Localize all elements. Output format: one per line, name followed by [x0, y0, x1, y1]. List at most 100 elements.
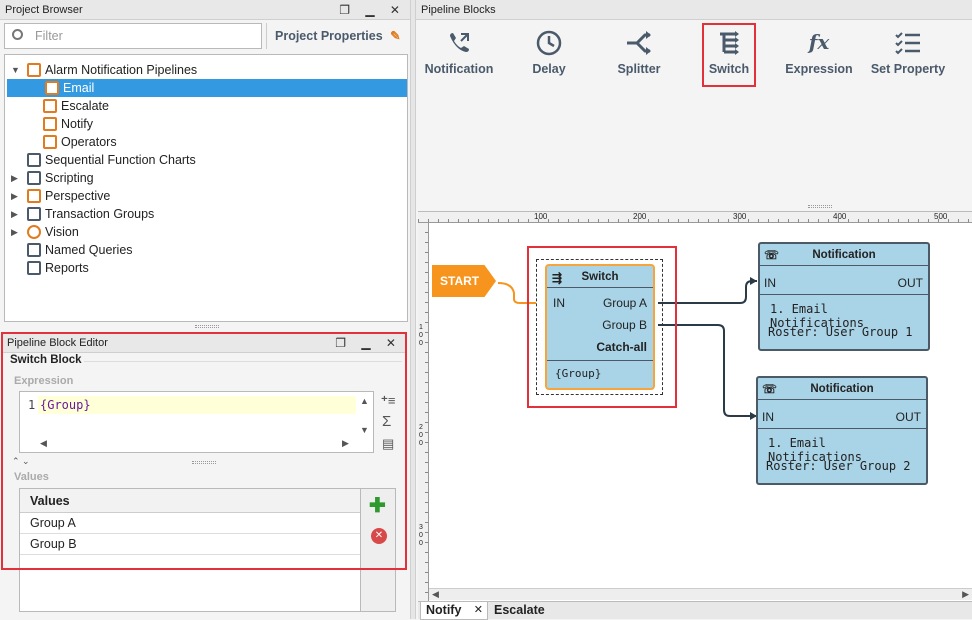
values-row[interactable]: Group B	[20, 534, 360, 555]
start-node[interactable]: START	[432, 265, 496, 297]
tree-item-reports[interactable]: Reports	[5, 259, 407, 277]
splitter-label: Splitter	[617, 62, 661, 76]
tree-item-notify[interactable]: Notify	[5, 115, 407, 133]
canvas-h-scrollbar[interactable]: ◀ ▶	[429, 588, 972, 600]
add-value-icon[interactable]: ✚	[369, 493, 386, 518]
expand-caret-icon[interactable]: ▼	[11, 61, 20, 79]
tree-item-alarm-notification-pipelines[interactable]: ▼ Alarm Notification Pipelines	[5, 61, 407, 79]
notification-node-1-divider	[760, 294, 928, 295]
scroll-left-icon[interactable]: ◀	[40, 438, 47, 449]
values-header[interactable]: Values	[20, 489, 360, 513]
tree-item-named-queries[interactable]: Named Queries	[5, 241, 407, 259]
notification-node-2-divider	[758, 428, 926, 429]
filter-field[interactable]: Filter	[4, 23, 262, 49]
pipeline-blocks-title-bar: Pipeline Blocks	[416, 0, 972, 20]
switch-node-divider	[547, 360, 653, 361]
perspective-icon	[27, 189, 41, 203]
splitter-block-button[interactable]: Splitter	[599, 22, 679, 86]
tree-item-label: Transaction Groups	[45, 207, 155, 221]
switch-output-catch-all[interactable]: Catch-all	[596, 340, 647, 354]
report-icon	[27, 261, 41, 275]
values-table: Values Group A Group B	[19, 488, 361, 612]
splitter-handle-h[interactable]	[195, 325, 219, 328]
fx-icon: fx	[808, 30, 830, 54]
scroll-right-icon[interactable]: ▶	[342, 438, 349, 449]
values-cell: Group B	[30, 537, 77, 551]
switch-node-expression: {Group}	[555, 367, 602, 380]
set-property-label: Set Property	[870, 62, 946, 76]
group-a-connector	[658, 280, 757, 304]
values-row[interactable]: Group A	[20, 513, 360, 534]
collapse-arrows-icon[interactable]: ⌃ ⌄	[12, 456, 30, 467]
window-controls[interactable]: ❐ ▁ ✕	[339, 0, 406, 20]
switch-output-group-a[interactable]: Group A	[603, 296, 647, 310]
tab-notify[interactable]: Notify ✕	[420, 602, 488, 620]
sfc-icon	[27, 153, 41, 167]
insert-property-icon[interactable]: ⁺≡	[381, 393, 395, 409]
project-properties-button[interactable]: Project Properties ✎	[266, 23, 406, 49]
notification-node-1-out[interactable]: OUT	[898, 276, 923, 290]
notification-node-2-out[interactable]: OUT	[896, 410, 921, 424]
phone-icon: ☏	[762, 382, 778, 396]
pipeline-icon	[43, 117, 57, 131]
delay-block-button[interactable]: Delay	[509, 22, 589, 86]
project-properties-label: Project Properties	[275, 29, 383, 43]
expand-caret-icon[interactable]: ▶	[11, 169, 18, 187]
pipeline-icon	[27, 63, 41, 77]
tree-item-label: Perspective	[45, 189, 111, 203]
switch-block-button[interactable]: Switch	[689, 22, 769, 86]
scroll-right-icon[interactable]: ▶	[962, 589, 969, 600]
pipeline-icon	[43, 99, 57, 113]
remove-value-icon[interactable]: ✕	[371, 528, 387, 544]
start-label: START	[440, 274, 480, 288]
filter-input[interactable]: Filter	[35, 29, 63, 43]
notification-block-button[interactable]: Notification	[419, 22, 499, 86]
tree-item-operators[interactable]: Operators	[5, 133, 407, 151]
sigma-icon[interactable]: Σ	[382, 413, 391, 430]
tree-item-vision[interactable]: ▶ Vision	[5, 223, 407, 241]
expression-block-button[interactable]: fx Expression	[779, 22, 859, 86]
switch-node[interactable]: ⇶ Switch IN Group A Group B Catch-all {G…	[545, 264, 655, 390]
pipeline-blocks-title: Pipeline Blocks	[421, 4, 496, 16]
tree-item-label: Named Queries	[45, 243, 133, 257]
tree-item-email[interactable]: Email	[7, 79, 407, 97]
expand-caret-icon[interactable]: ▶	[11, 223, 18, 241]
notification-node-2[interactable]: ☏ Notification IN OUT 1. Email Notificat…	[756, 376, 928, 485]
expand-caret-icon[interactable]: ▶	[11, 205, 18, 223]
notification-node-2-header: ☏ Notification	[758, 378, 926, 400]
notification-node-1-title: Notification	[812, 249, 876, 261]
tree-item-escalate[interactable]: Escalate	[5, 97, 407, 115]
close-icon[interactable]: ✕	[474, 602, 483, 618]
tree-item-perspective[interactable]: ▶ Perspective	[5, 187, 407, 205]
expression-block-label: Expression	[785, 62, 853, 76]
transaction-icon	[27, 207, 41, 221]
splitter-handle-h[interactable]	[192, 461, 216, 464]
expression-editor[interactable]: 1 {Group} ▲ ▼ ◀ ▶	[19, 391, 374, 453]
switch-node-title: Switch	[581, 271, 619, 283]
scroll-down-icon[interactable]: ▼	[360, 425, 369, 435]
splitter-handle-h[interactable]	[808, 205, 832, 208]
notification-node-1-header: ☏ Notification	[760, 244, 928, 266]
expression-text[interactable]: {Group}	[40, 398, 91, 412]
clock-icon	[536, 30, 562, 56]
scroll-down-icon[interactable]: ▲	[360, 396, 369, 406]
query-icon	[27, 243, 41, 257]
tab-escalate[interactable]: Escalate	[494, 602, 545, 620]
window-controls[interactable]: ❐ ▁ ✕	[335, 333, 402, 353]
switch-icon: ⇶	[552, 271, 563, 285]
tree-item-sequential-function-charts[interactable]: Sequential Function Charts	[5, 151, 407, 169]
tree-item-label: Notify	[61, 117, 93, 131]
expand-caret-icon[interactable]: ▶	[11, 187, 18, 205]
pipeline-icon	[45, 81, 59, 95]
scripting-icon	[27, 171, 41, 185]
set-property-block-button[interactable]: Set Property	[868, 22, 948, 86]
notification-node-1[interactable]: ☏ Notification IN OUT 1. Email Notificat…	[758, 242, 930, 351]
scroll-left-icon[interactable]: ◀	[432, 589, 439, 600]
switch-output-group-b[interactable]: Group B	[602, 318, 647, 332]
tree-item-transaction-groups[interactable]: ▶ Transaction Groups	[5, 205, 407, 223]
list-icon[interactable]: ▤	[382, 436, 394, 452]
tree-item-label: Alarm Notification Pipelines	[45, 63, 198, 77]
block-editor-title-bar: Pipeline Block Editor ❐ ▁ ✕	[2, 333, 406, 353]
tree-item-scripting[interactable]: ▶ Scripting	[5, 169, 407, 187]
phone-icon: ☏	[764, 248, 780, 262]
